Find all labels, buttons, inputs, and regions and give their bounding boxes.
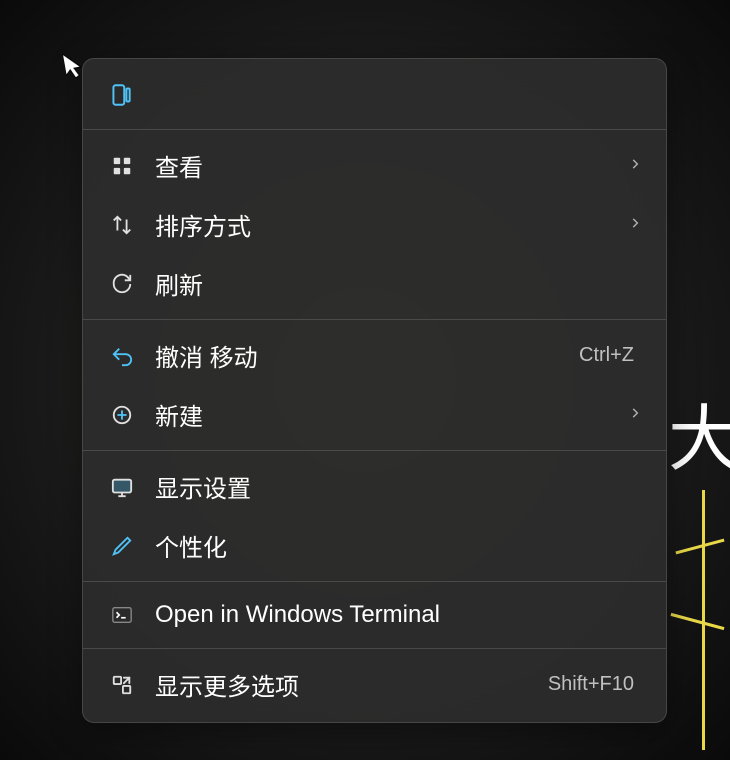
menu-shortcut: Ctrl+Z — [579, 344, 634, 367]
background-decoration — [671, 613, 725, 630]
menu-divider — [83, 648, 666, 649]
menu-item-terminal[interactable]: Open in Windows Terminal — [83, 588, 666, 642]
menu-label: 查看 — [155, 148, 628, 183]
menu-shortcut: Shift+F10 — [548, 673, 634, 696]
background-decoration — [702, 490, 705, 750]
menu-item-sort[interactable]: 排序方式 — [83, 195, 666, 254]
menu-label: 新建 — [155, 397, 628, 432]
menu-label: 显示更多选项 — [155, 667, 548, 702]
menu-label: Open in Windows Terminal — [155, 601, 642, 629]
chevron-right-icon — [628, 155, 642, 176]
menu-divider — [83, 319, 666, 320]
menu-item-refresh[interactable]: 刷新 — [83, 254, 666, 313]
cursor-pointer — [62, 51, 87, 86]
menu-item-personalize[interactable]: 个性化 — [83, 516, 666, 575]
display-icon — [107, 472, 137, 502]
menu-divider — [83, 450, 666, 451]
menu-label: 刷新 — [155, 266, 642, 301]
background-text: 大 — [668, 380, 730, 485]
layout-icon[interactable] — [101, 75, 141, 115]
menu-item-display-settings[interactable]: 显示设置 — [83, 457, 666, 516]
menu-item-more-options[interactable]: 显示更多选项 Shift+F10 — [83, 655, 666, 714]
more-icon — [107, 670, 137, 700]
menu-item-undo[interactable]: 撤消 移动 Ctrl+Z — [83, 326, 666, 385]
background-decoration — [675, 539, 724, 555]
desktop-context-menu: 查看 排序方式 刷新 — [82, 58, 667, 723]
menu-label: 显示设置 — [155, 469, 642, 504]
context-menu-top-actions — [83, 67, 666, 123]
new-icon — [107, 400, 137, 430]
refresh-icon — [107, 269, 137, 299]
chevron-right-icon — [628, 214, 642, 235]
chevron-right-icon — [628, 404, 642, 425]
menu-label: 个性化 — [155, 528, 642, 563]
undo-icon — [107, 341, 137, 371]
menu-item-new[interactable]: 新建 — [83, 385, 666, 444]
menu-item-view[interactable]: 查看 — [83, 136, 666, 195]
menu-label: 排序方式 — [155, 207, 628, 242]
sort-icon — [107, 210, 137, 240]
terminal-icon — [107, 600, 137, 630]
menu-divider — [83, 129, 666, 130]
personalize-icon — [107, 531, 137, 561]
grid-icon — [107, 151, 137, 181]
menu-label: 撤消 移动 — [155, 338, 579, 373]
menu-divider — [83, 581, 666, 582]
